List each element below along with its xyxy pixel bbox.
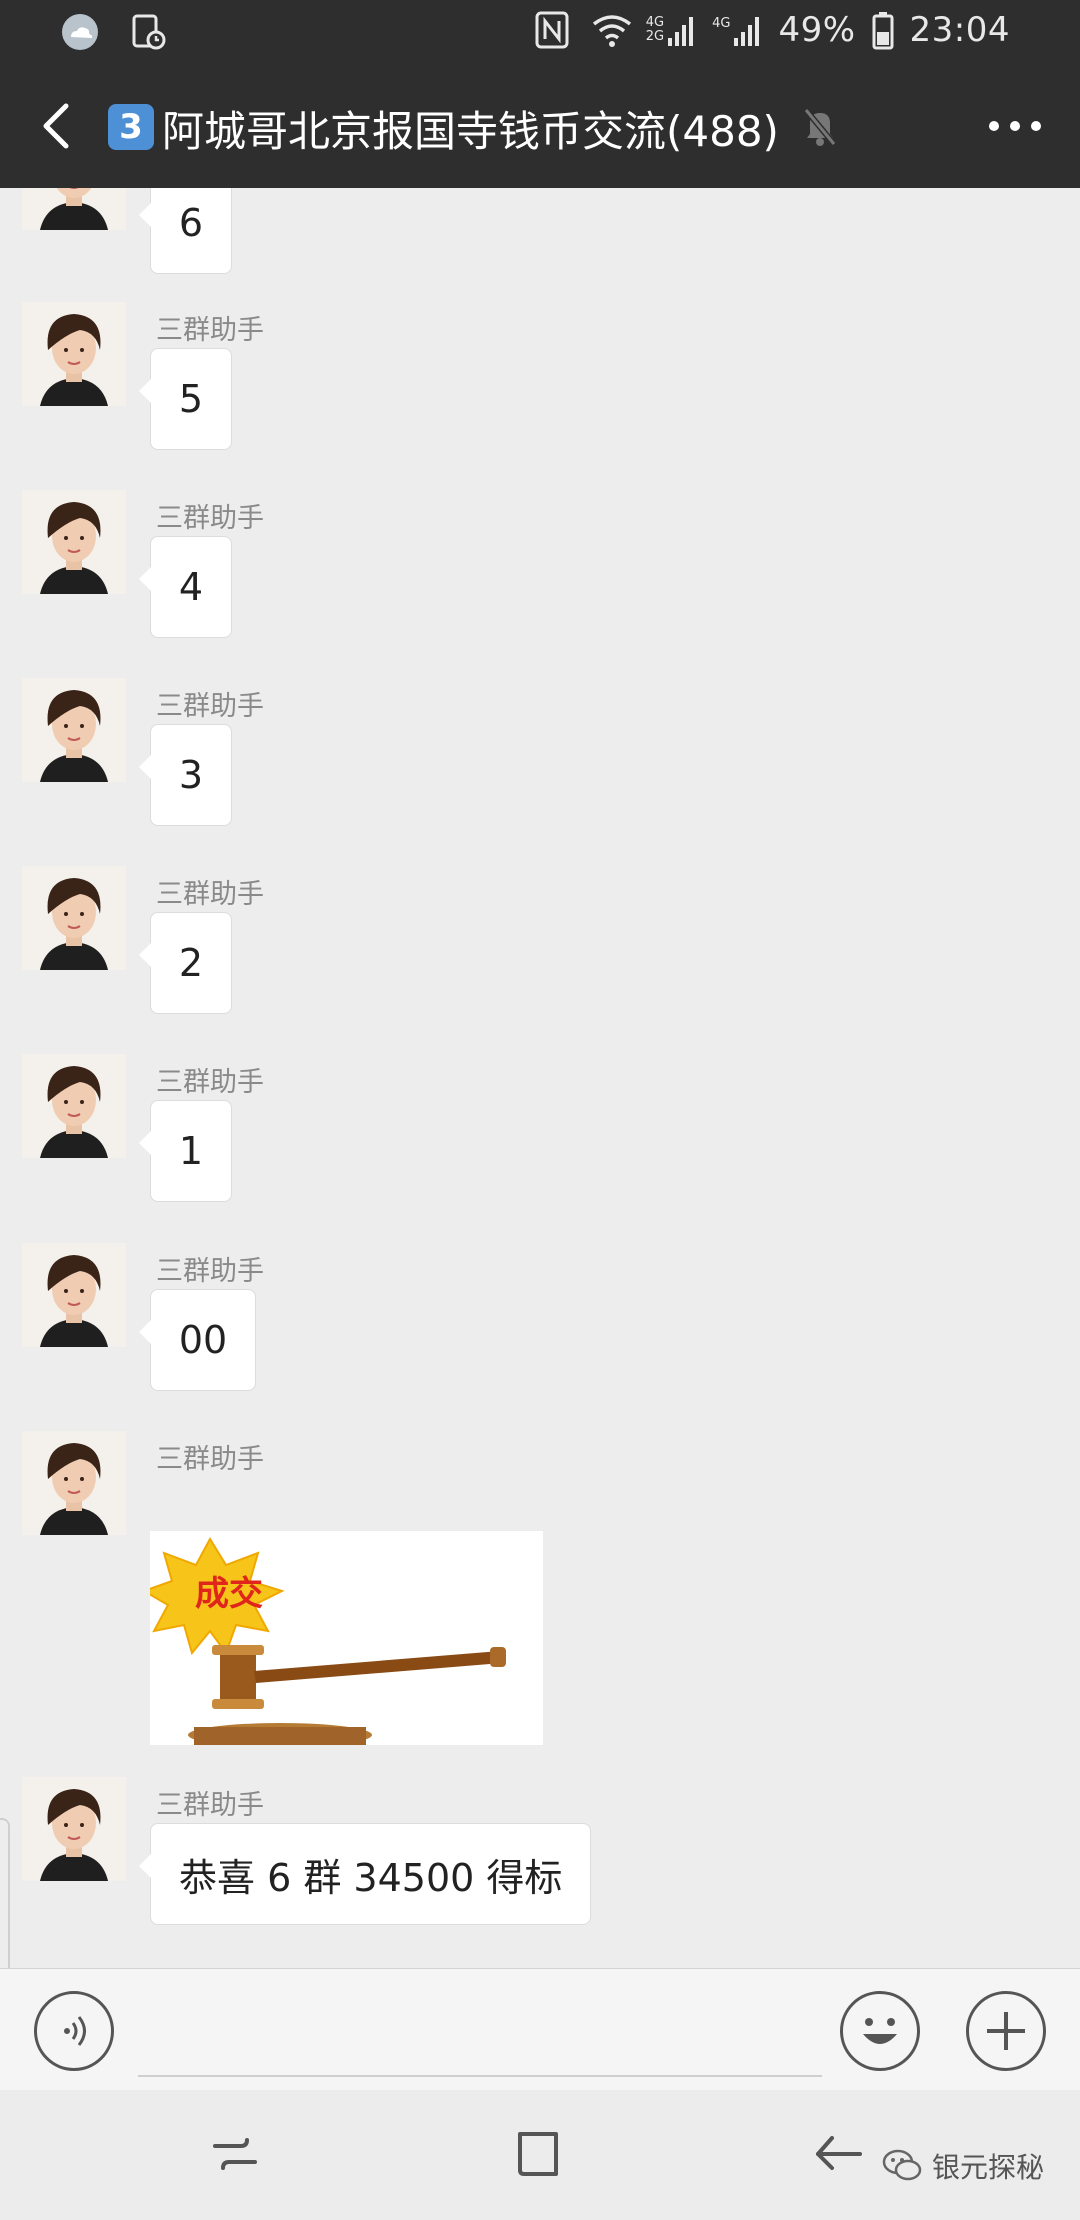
network-label: 4G (645, 15, 665, 30)
plus-icon (987, 2012, 1025, 2050)
message-bubble[interactable]: 4 (139, 536, 232, 638)
avatar-portrait-icon (22, 302, 126, 406)
watermark: 银元探秘 (882, 2146, 1044, 2186)
group-number-badge: 3 (108, 104, 154, 150)
sender-name: 三群助手 (156, 1790, 264, 1821)
avatar-portrait-icon (22, 866, 126, 970)
chat-message-list[interactable]: 6 三群助手 5 三群助手 4 三群助手 3 三群助手 2 三群助手 1 三群助… (0, 188, 1080, 1968)
sender-name: 三群助手 (156, 879, 264, 910)
message-bubble[interactable]: 1 (139, 1100, 232, 1202)
mute-bell-icon (800, 104, 840, 148)
recent-apps-icon (213, 2138, 257, 2170)
weather-cloud-icon (60, 12, 100, 52)
back-button[interactable] (28, 94, 88, 158)
signal-group-1: 4G 2G (646, 12, 696, 48)
avatar-portrait-icon (22, 490, 126, 594)
battery-percent: 49% (778, 10, 856, 50)
avatar[interactable] (22, 866, 126, 970)
avatar[interactable] (22, 1777, 126, 1881)
avatar-portrait-icon (22, 678, 126, 782)
message-bubble[interactable]: 恭喜 6 群 34500 得标 (138, 1823, 592, 1925)
avatar-portrait-icon (22, 1431, 126, 1535)
wechat-logo-icon (882, 2149, 922, 2181)
watermark-text: 银元探秘 (931, 2151, 1044, 2184)
sender-name: 三群助手 (156, 315, 264, 346)
side-panel-handle[interactable] (0, 1818, 10, 1968)
chevron-left-icon (43, 103, 69, 149)
clock: 23:04 (909, 10, 1010, 50)
more-functions-button[interactable] (966, 1991, 1046, 2071)
avatar-portrait-icon (22, 1054, 126, 1158)
avatar[interactable] (22, 490, 126, 594)
signal-bars-icon (668, 17, 694, 46)
message-bubble[interactable]: 3 (139, 724, 232, 826)
battery-icon (872, 10, 894, 50)
more-dots-icon (989, 121, 1041, 131)
network-label-3: 4G (712, 16, 731, 31)
home-square-icon (518, 2132, 558, 2176)
status-bar: 4G 2G 4G 49% 23:04 (0, 0, 1080, 64)
back-arrow-icon (816, 2136, 862, 2170)
avatar-portrait-icon (22, 1243, 126, 1347)
status-left (60, 12, 168, 52)
wifi-icon (590, 10, 631, 50)
avatar[interactable] (22, 678, 126, 782)
voice-button[interactable] (34, 1991, 114, 2071)
back-nav-button[interactable] (808, 2124, 868, 2184)
chat-header: 3 阿城哥北京报国寺钱币交流(488) (0, 64, 1080, 188)
avatar-portrait-icon (22, 188, 126, 230)
system-navigation-bar: 银元探秘 (0, 2090, 1080, 2220)
nfc-icon (534, 10, 574, 50)
message-input-bar (0, 1968, 1080, 2091)
network-label-2: 2G (645, 29, 665, 44)
screen-record-icon (128, 12, 168, 52)
avatar[interactable] (22, 1054, 126, 1158)
message-bubble[interactable]: 00 (139, 1289, 256, 1391)
sender-name: 三群助手 (156, 1444, 264, 1475)
message-input[interactable] (138, 1989, 822, 2077)
recent-apps-button[interactable] (205, 2124, 265, 2184)
signal-bars-2-icon (734, 17, 760, 46)
avatar[interactable] (22, 302, 126, 406)
deal-image-message[interactable]: 成交 (150, 1531, 543, 1745)
message-bubble[interactable]: 2 (139, 912, 232, 1014)
chat-title: 阿城哥北京报国寺钱币交流(488) (162, 107, 779, 156)
signal-group-2: 4G (712, 12, 762, 48)
avatar-portrait-icon (22, 1777, 126, 1881)
message-bubble[interactable]: 5 (139, 348, 232, 450)
image-caption: 成交 (195, 1574, 263, 1614)
message-bubble[interactable]: 6 (139, 188, 232, 274)
sender-name: 三群助手 (156, 1256, 264, 1287)
status-right: 4G 2G 4G 49% 23:04 (534, 10, 1010, 50)
avatar[interactable] (22, 1243, 126, 1347)
sender-name: 三群助手 (156, 691, 264, 722)
avatar[interactable] (22, 188, 126, 230)
emoji-button[interactable] (840, 1991, 920, 2071)
smiley-icon (863, 2018, 897, 2044)
more-options-button[interactable] (980, 98, 1050, 154)
sender-name: 三群助手 (156, 503, 264, 534)
home-button[interactable] (508, 2124, 568, 2184)
voice-icon (64, 2016, 86, 2046)
sender-name: 三群助手 (156, 1067, 264, 1098)
avatar[interactable] (22, 1431, 126, 1535)
